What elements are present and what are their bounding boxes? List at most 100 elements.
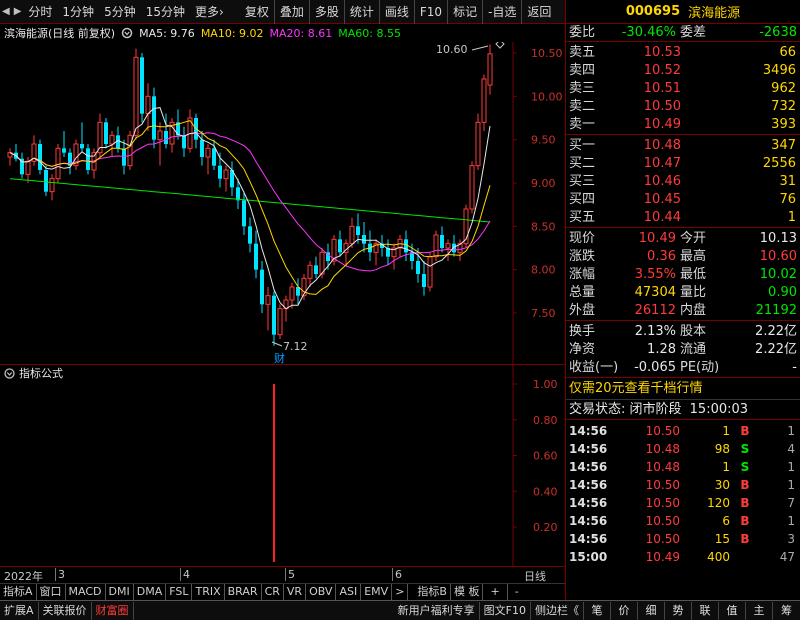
candlestick-chart[interactable]: 10.50 10.00 9.50 9.00 8.50 8.00 7.50 10.60 7.1… — [0, 42, 565, 364]
trade-status-label: 交易状态: 闭市阶段 — [569, 402, 682, 417]
tab-macd[interactable]: MACD — [66, 584, 106, 600]
prev-arrow-icon[interactable]: ◀ — [0, 0, 12, 24]
tab-main[interactable]: 主 — [746, 601, 773, 620]
stat-row: 涨幅 3.55% 最低 10.02 — [566, 266, 800, 284]
candle-body-down — [200, 139, 204, 157]
tab-indicator-b[interactable]: 指标B — [414, 584, 451, 600]
ma20-label: MA20: 8.61 — [269, 26, 333, 40]
stat-value: 10.13 — [759, 231, 797, 246]
bid-row[interactable]: 买二 10.47 2556 — [566, 155, 800, 173]
candle-body-down — [248, 226, 252, 244]
extend-a-tab[interactable]: 扩展A — [0, 601, 39, 620]
bid-row[interactable]: 买一 10.48 347 — [566, 137, 800, 155]
tab-timeframe-1min[interactable]: 1分钟 — [57, 0, 99, 24]
tab-window[interactable]: 窗口 — [37, 584, 66, 600]
ask-price: 10.49 — [643, 117, 681, 132]
price-axis: 10.50 10.00 9.50 9.00 8.50 8.00 7.50 — [513, 47, 563, 320]
next-arrow-icon[interactable]: ▶ — [12, 0, 24, 24]
wei-cha-value: -2638 — [759, 25, 797, 40]
statistics-button[interactable]: 统计 — [345, 0, 380, 24]
bid-label: 买二 — [569, 156, 596, 171]
finance-marker-icon[interactable]: 财 — [274, 351, 285, 364]
tab-value[interactable]: 值 — [719, 601, 746, 620]
tab-timeframe-5min[interactable]: 5分钟 — [99, 0, 141, 24]
tab-asi[interactable]: ASI — [336, 584, 362, 600]
overlay-button[interactable]: 叠加 — [275, 0, 310, 24]
promo-link[interactable]: 仅需20元查看千档行情 — [566, 377, 800, 399]
tick-time: 14:56 — [569, 478, 608, 492]
tab-price[interactable]: 价 — [611, 601, 638, 620]
bid-volume: 31 — [779, 174, 796, 189]
remove-watchlist-button[interactable]: -自选 — [483, 0, 523, 24]
price-tick-label: 10.00 — [531, 90, 563, 103]
stat-label: 量比 — [680, 285, 707, 300]
tabs-scroll-right-icon[interactable]: > — [392, 584, 409, 600]
ask-row[interactable]: 卖二 10.50 732 — [566, 98, 800, 116]
indicator-settings-icon[interactable] — [4, 367, 15, 379]
tab-brar[interactable]: BRAR — [225, 584, 262, 600]
related-quote-tab[interactable]: 关联报价 — [39, 601, 92, 620]
remove-window-button[interactable]: - — [508, 584, 526, 600]
stat-label: 涨幅 — [569, 267, 596, 282]
quote-panel: 000695 滨海能源 委比 -30.46% 委差 -2638 卖五 10.53 6… — [565, 0, 800, 600]
tab-link[interactable]: 联 — [692, 601, 719, 620]
tab-timeframe-more[interactable]: 更多› — [190, 0, 229, 24]
bid-row[interactable]: 买五 10.44 1 — [566, 209, 800, 227]
candle-body-down — [122, 148, 126, 166]
tab-fsl[interactable]: FSL — [166, 584, 193, 600]
restore-rights-button[interactable]: 复权 — [240, 0, 275, 24]
wealth-circle-tab[interactable]: 财富圈 — [92, 601, 134, 620]
tab-timeframe-intraday[interactable]: 分时 — [23, 0, 57, 24]
period-label[interactable]: 日线 — [522, 568, 546, 584]
tab-template[interactable]: 模 板 — [451, 584, 484, 600]
tick-side: B — [740, 514, 750, 528]
candle-body-up — [205, 147, 211, 158]
tab-cr[interactable]: CR — [262, 584, 284, 600]
candle-body-up — [55, 147, 61, 180]
f10-button[interactable]: F10 — [415, 0, 449, 24]
ask-row[interactable]: 卖四 10.52 3496 — [566, 62, 800, 80]
back-button[interactable]: 返回 — [522, 0, 556, 24]
candle-body-up — [433, 234, 439, 258]
f10-graphic-link[interactable]: 图文F10 — [480, 601, 531, 620]
draw-line-button[interactable]: 画线 — [380, 0, 415, 24]
add-window-button[interactable]: + — [483, 584, 508, 600]
tab-vr[interactable]: VR — [284, 584, 307, 600]
tab-dma[interactable]: DMA — [134, 584, 167, 600]
tab-trend[interactable]: 势 — [665, 601, 692, 620]
tab-trix[interactable]: TRIX — [192, 584, 225, 600]
tab-dmi[interactable]: DMI — [106, 584, 134, 600]
tab-emv[interactable]: EMV — [361, 584, 393, 600]
high-pointer — [471, 45, 489, 51]
tick-volume: 6 — [722, 514, 730, 528]
tick-time: 14:56 — [569, 460, 608, 474]
chart-header: 滨海能源(日线 前复权) MA5: 9.76 MA10: 9.02 MA20: … — [0, 24, 565, 42]
tab-ticks[interactable]: 笔 — [584, 601, 611, 620]
tab-chips[interactable]: 筹 — [773, 602, 800, 620]
tick-count: 4 — [787, 442, 795, 456]
ask-row[interactable]: 卖一 10.49 393 — [566, 116, 800, 134]
bid-price: 10.46 — [643, 174, 681, 189]
fund-label: 流通 — [680, 342, 707, 357]
settings-gear-icon[interactable] — [121, 27, 133, 39]
ask-price: 10.52 — [643, 63, 681, 78]
tab-timeframe-15min[interactable]: 15分钟 — [141, 0, 190, 24]
ask-row[interactable]: 卖三 10.51 962 — [566, 80, 800, 98]
tab-obv[interactable]: OBV — [306, 584, 337, 600]
tick-side: S — [740, 460, 750, 474]
tab-detail[interactable]: 细 — [638, 601, 665, 620]
sidebar-toggle[interactable]: 侧边栏《 — [531, 601, 584, 620]
indicator-chart[interactable]: 1.000.800.600.400.20 — [0, 364, 565, 566]
ask-price: 10.51 — [643, 81, 681, 96]
candle-body-up — [157, 130, 163, 141]
multi-stock-button[interactable]: 多股 — [310, 0, 345, 24]
bid-row[interactable]: 买四 10.45 76 — [566, 191, 800, 209]
mark-button[interactable]: 标记 — [448, 0, 484, 24]
new-user-benefits-link[interactable]: 新用户福利专享 — [394, 601, 480, 620]
tab-indicator-a[interactable]: 指标A — [0, 584, 37, 600]
bid-row[interactable]: 买三 10.46 31 — [566, 173, 800, 191]
tick-list[interactable]: 14:56 10.50 1 B 1 14:56 10.48 98 S 4 14:56 10.48 1… — [566, 419, 800, 566]
ma5-label: MA5: 9.76 — [139, 26, 195, 40]
ask-label: 卖二 — [569, 99, 596, 114]
ask-row[interactable]: 卖五 10.53 66 — [566, 44, 800, 62]
